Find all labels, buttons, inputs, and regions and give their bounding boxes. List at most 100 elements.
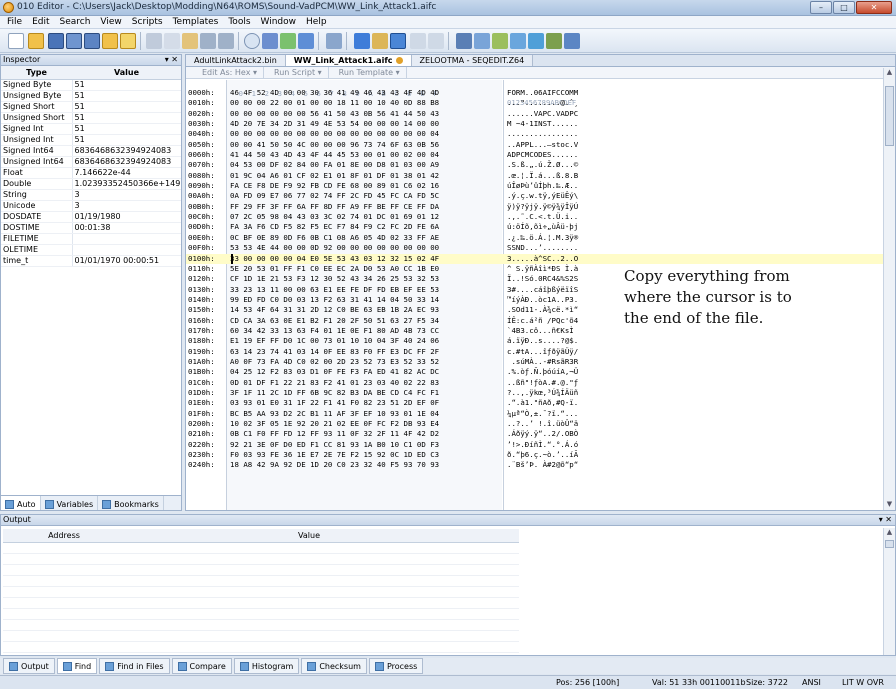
row-ascii[interactable]: ?..,.ÿkœ‚³Ú¾ÍÄüñ [507,388,578,397]
row-ascii[interactable]: ..ßñ"!ƒòA.#.@."ƒ [507,378,578,387]
editor-scrollbar[interactable]: ▲ ▼ [883,68,895,510]
output-scrollbar[interactable]: ▲ [883,528,895,655]
tab-compare[interactable]: Compare [171,658,232,674]
row-ascii[interactable]: ð.“þ6.ç.~ò.’..íÃ [507,450,578,459]
inspector-controls[interactable]: ▾ ✕ [165,55,178,65]
save-all-icon[interactable] [84,33,100,49]
hex-row[interactable]: 01C0h: 0D 01 DF F1 22 21 83 F2 41 01 23 0… [186,378,886,388]
menu-search[interactable]: Search [55,16,96,28]
run-template-dropdown[interactable]: Run Template ▾ [333,67,407,78]
inspector-row[interactable]: time_t 01/01/1970 00:00:51 [1,255,181,267]
inspector-row[interactable]: Signed Short 51 [1,101,181,113]
save-as-icon[interactable] [66,33,82,49]
hex-row[interactable]: 0230h: F0 03 93 FE 36 1E E7 2E 7E F2 15 9… [186,450,886,460]
open-workspace-icon[interactable] [102,33,118,49]
cut-icon[interactable] [146,33,162,49]
hex-row[interactable]: 00E0h: 0C BF 0E 89 0D F6 0B C1 08 A6 05 4… [186,233,886,243]
goto-icon[interactable] [298,33,314,49]
hex-row[interactable]: 01F0h: BC B5 AA 93 D2 2C B1 11 AF 3F EF 1… [186,409,886,419]
settings-icon[interactable] [546,33,562,49]
row-ascii[interactable]: M ~4-1INST...... [507,119,578,128]
inspector-row[interactable]: Signed Int64 6836468632394924083 [1,145,181,157]
row-hex-bytes[interactable]: 53 53 4E 44 00 00 0D 92 00 00 00 00 00 0… [230,243,439,252]
row-ascii[interactable]: .SOd11-.À¾cë.*ì“ [507,305,578,314]
compare-icon[interactable] [510,33,526,49]
row-hex-bytes[interactable]: 33 00 00 00 00 04 E0 5E 53 43 03 12 32 1… [230,254,439,263]
row-hex-bytes[interactable]: 10 02 3F 05 1E 92 20 21 02 EE 0F FC F2 D… [230,419,439,428]
paste-icon[interactable] [182,33,198,49]
row-ascii[interactable]: .%.òƒ.Ñ.þóúíA‚¬Ü [507,367,578,376]
row-hex-bytes[interactable]: FA 3A F6 CD F5 82 F5 EC F7 84 F9 C2 FC 2… [230,222,439,231]
row-ascii[interactable]: á.ïÿÐ..s....?@$. [507,336,578,345]
row-hex-bytes[interactable]: 3F 1F 11 2C 1D FF 6B 9C 82 B3 DA BE CD C… [230,388,439,397]
row-ascii[interactable]: úÎøÞù’ûÍþh.‰.Æ.. [507,181,578,190]
open-folder-icon[interactable] [28,33,44,49]
new-file-icon[interactable] [8,33,24,49]
hex-row[interactable]: 0200h: 10 02 3F 05 1E 92 20 21 02 EE 0F F… [186,419,886,429]
inspector-row[interactable]: Float 7.146622e-44 [1,167,181,179]
row-ascii[interactable]: ú:öÍõ‚õì÷„ùÂü-þj [507,222,578,231]
inspector-value[interactable]: 51 [72,123,181,135]
row-hex-bytes[interactable]: 14 53 4F 64 31 31 2D 12 C0 BE 63 EB 1B 2… [230,305,439,314]
hex-row[interactable]: 0090h: FA CE F8 DE F9 92 FB CD FE 68 00 8… [186,181,886,191]
menu-file[interactable]: File [2,16,27,28]
save-icon[interactable] [48,33,64,49]
undo-icon[interactable] [200,33,216,49]
inspector-row[interactable]: DOSTIME 00:01:38 [1,222,181,234]
scroll-down-icon[interactable]: ▼ [884,500,895,510]
hex-row[interactable]: 0030h: 4D 20 7E 34 2D 31 49 4E 53 54 00 0… [186,119,886,129]
tab-file-1[interactable]: AdultLinkAttack2.bin [186,55,286,66]
row-hex-bytes[interactable]: 5E 20 53 01 FF F1 C0 EE EC 2A D0 53 A0 C… [230,264,439,273]
inspector-row[interactable]: Unsigned Short 51 [1,112,181,124]
hex-row[interactable]: 0220h: 92 21 3E 0F D0 ED F1 CC 81 93 1A B… [186,440,886,450]
row-ascii[interactable]: .œ.¦.Ï.á...ß.8.B [507,171,578,180]
row-hex-bytes[interactable]: 99 ED FD C0 D0 03 13 F2 63 31 41 14 04 5… [230,295,439,304]
row-ascii[interactable]: .Áðÿý.ÿ“..2/.OBÒ [507,429,578,438]
inspector-value[interactable]: 3 [72,189,181,201]
hex-row[interactable]: 0040h: 00 00 00 00 00 00 00 00 00 00 00 0… [186,129,886,139]
hex-row[interactable]: 01D0h: 3F 1F 11 2C 1D FF 6B 9C 82 B3 DA B… [186,388,886,398]
inspector-value[interactable]: 51 [72,101,181,113]
inspector-value[interactable]: 01/19/1980 [72,211,181,223]
calculator-icon[interactable] [456,33,472,49]
row-ascii[interactable]: ADPCMCODES...... [507,150,578,159]
inspector-value[interactable]: 1.02393352450366e+149 [72,178,181,190]
inspector-row[interactable]: DOSDATE 01/19/1980 [1,211,181,223]
row-hex-bytes[interactable]: 00 00 41 50 50 4C 00 00 00 96 73 74 6F 6… [230,140,439,149]
status-encoding[interactable]: ANSI [802,678,821,687]
copy-icon[interactable] [164,33,180,49]
row-ascii[interactable]: c.#tA...îƒðÿãÜÿ/ [507,347,578,356]
row-hex-bytes[interactable]: 92 21 3E 0F D0 ED F1 CC 81 93 1A B0 10 C… [230,440,439,449]
row-ascii[interactable]: Ï..!Só.0RC4&%S2S [507,274,578,283]
row-ascii[interactable]: .súMÀ..-#RsãR3R [507,357,578,366]
close-file-icon[interactable] [120,33,136,49]
row-ascii[interactable]: ’!>.ÐíñÌ.“.°.Á.ó [507,440,578,449]
row-hex-bytes[interactable]: 00 00 00 00 00 00 00 00 00 00 00 00 00 0… [230,129,439,138]
row-ascii[interactable]: 3#....cáîþßýëïîS [507,285,578,294]
histogram-icon[interactable] [528,33,544,49]
hex-row[interactable]: 0210h: 0B C1 F0 FF FD 12 FF 93 11 0F 32 2… [186,429,886,439]
inspector-row[interactable]: FILETIME [1,233,181,245]
row-hex-bytes[interactable]: 0B C1 F0 FF FD 12 FF 93 11 0F 32 2F 11 4… [230,429,439,438]
tab-file-2[interactable]: WW_Link_Attack1.aifc [285,55,412,66]
modified-icon[interactable] [395,57,403,64]
row-hex-bytes[interactable]: A0 0F 73 FA 4D C0 02 00 2D 23 52 73 E3 5… [230,357,439,366]
edit-mode-icon[interactable] [410,33,426,49]
hex-row[interactable]: 0180h: E1 19 EF FF D0 1C 00 73 01 10 10 0… [186,336,886,346]
hex-row[interactable]: 0100h: 33 00 00 00 00 04 E0 5E 53 43 03 1… [186,253,886,264]
hex-row[interactable]: 0070h: 04 53 00 DF 02 84 00 FA 01 8E 00 D… [186,160,886,170]
scroll-up-icon[interactable]: ▲ [884,68,895,78]
scroll-thumb[interactable] [885,86,894,146]
row-hex-bytes[interactable]: 4D 20 7E 34 2D 31 49 4E 53 54 00 00 00 1… [230,119,439,128]
row-hex-bytes[interactable]: 04 25 12 F2 83 03 D1 0F FE F3 FA ED 41 8… [230,367,439,376]
hex-row[interactable]: 01E0h: 03 93 01 E0 31 1F 22 F1 41 F0 82 2… [186,398,886,408]
row-hex-bytes[interactable]: 00 00 00 22 00 01 00 00 18 11 00 10 40 0… [230,98,439,107]
inspector-value[interactable]: 00:01:38 [72,222,181,234]
tab-process[interactable]: Process [368,658,424,674]
row-hex-bytes[interactable]: FA CE F8 DE F9 92 FB CD FE 68 00 89 01 C… [230,181,439,190]
inspector-value[interactable]: 51 [72,112,181,124]
row-ascii[interactable]: ^ S.ÿñÀîì*ÐS Ì.à [507,264,578,273]
hex-row[interactable]: 0020h: 00 00 00 00 00 00 56 41 50 43 0B 5… [186,109,886,119]
inspector-value[interactable]: 6836468632394924083 [72,145,181,157]
menu-window[interactable]: Window [256,16,302,28]
